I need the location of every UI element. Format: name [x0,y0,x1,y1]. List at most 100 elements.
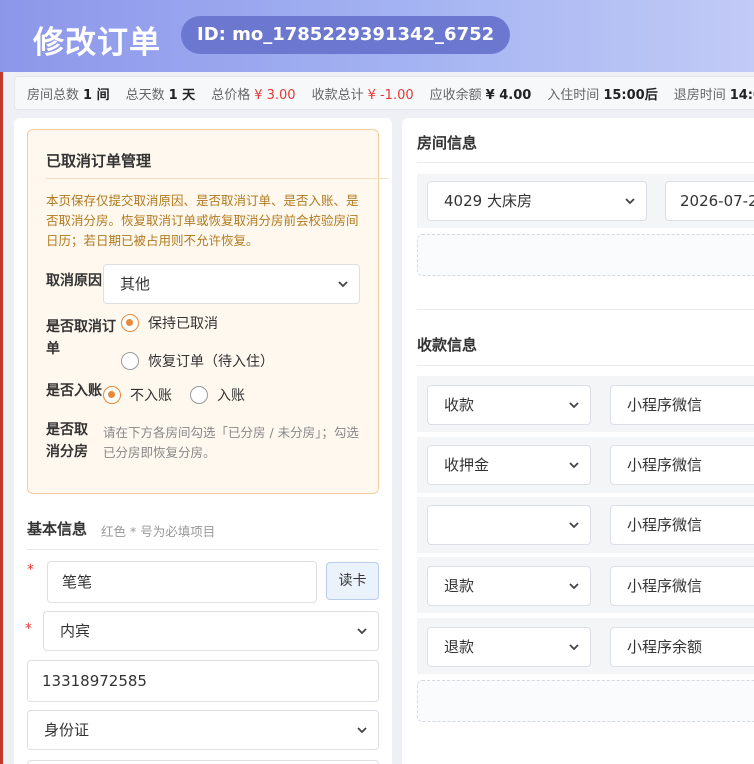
summary-value: ¥ 3.00 [254,87,296,103]
payment-type-select[interactable]: 退款 [427,566,591,606]
payment-method-select[interactable]: 小程序微信 [610,445,754,485]
radio-label: 入账 [217,388,245,404]
right-panel: 房间信息 4029 大床房 2026-07-28 收款信息 收款 小程序微信 收… [402,118,754,764]
summary-total-received: 收款总计 ¥ -1.00 [312,84,414,103]
room-add-area[interactable] [417,234,754,276]
cancel-reason-select[interactable]: 其他 [103,264,360,304]
summary-checkout-time: 退房时间14:00前 [674,84,754,103]
payment-method-select[interactable]: 小程序微信 [610,566,754,606]
id-number-input[interactable] [27,760,379,764]
summary-label: 总天数 [125,87,165,103]
summary-value: ¥ -1.00 [367,87,414,103]
payment-type-value: 退款 [444,577,475,595]
summary-label: 收款总计 [311,87,364,103]
required-asterisk: * [25,621,32,637]
guest-name-input[interactable]: 笔笔 [47,561,317,603]
chevron-down-icon [569,644,579,651]
radio-account[interactable]: 入账 [190,385,245,405]
page-title: 修改订单 [33,25,161,61]
payment-method-value: 小程序微信 [627,456,703,474]
summary-value: 1 间 [83,87,110,103]
divider [417,162,754,163]
order-id-badge: ID: mo_1785229391342_6752 [181,16,511,54]
payment-add-area[interactable] [417,680,754,722]
payment-type-select[interactable]: 收押金 [427,445,591,485]
guest-type-value: 内宾 [60,622,91,640]
read-card-button[interactable]: 读卡 [326,562,379,600]
radio-label: 恢复订单（待入住） [148,354,274,370]
radio-checked-icon [103,386,121,404]
radio-no-account[interactable]: 不入账 [103,385,172,405]
backdrop-edge [0,0,3,764]
chevron-down-icon [569,462,579,469]
phone-input[interactable]: 13318972585 [27,660,379,702]
summary-checkin-time: 入住时间 15:00后 [547,84,657,103]
cancel-section-title: 已取消订单管理 [46,152,152,170]
cancel-order-label: 是否取消订单 [46,319,116,357]
payment-type-value: 收款 [444,396,475,414]
payment-method-value: 小程序微信 [627,396,703,414]
room-select[interactable]: 4029 大床房 [427,181,647,221]
radio-label: 不入账 [130,388,172,404]
summary-value: 1 天 [168,87,196,103]
account-label: 是否入账 [46,383,102,399]
room-info-title: 房间信息 [417,134,478,152]
room-cancel-label: 是否取消分房 [46,422,88,460]
payment-method-select[interactable]: 小程序微信 [610,385,754,425]
left-panel: 已取消订单管理 本页保存仅提交取消原因、是否取消订单、是否入账、是否取消分房。恢… [14,118,392,764]
divider [46,178,388,179]
id-type-select[interactable]: 身份证 [27,710,379,750]
order-summary-bar: 房间总数 1 间 总天数 1 天 总价格 ¥ 3.00 收款总计 ¥ -1.00 应收余… [14,76,754,110]
payment-method-value: 小程序余额 [627,638,703,656]
summary-value: 15:00后 [603,87,658,103]
summary-value: ¥ 4.00 [485,87,532,103]
chevron-down-icon [357,628,367,635]
divider [417,365,754,366]
guest-type-select[interactable]: 内宾 [43,611,379,651]
required-asterisk: * [27,562,34,578]
payment-type-select[interactable]: 收款 [427,385,591,425]
chevron-down-icon [569,402,579,409]
room-value: 4029 大床房 [444,192,532,210]
payment-method-select[interactable]: 小程序微信 [610,505,754,545]
id-type-value: 身份证 [44,721,90,739]
page-header: 修改订单 ID: mo_1785229391342_6752 [0,0,754,72]
radio-restore-order[interactable]: 恢复订单（待入住） [121,351,274,371]
radio-unchecked-icon [121,352,139,370]
summary-room-count: 房间总数 1 间 [27,84,110,103]
summary-label: 退房时间 [673,87,726,103]
chevron-down-icon [357,727,367,734]
radio-label: 保持已取消 [148,316,218,332]
guest-name-value: 笔笔 [62,573,93,591]
chevron-down-icon [569,583,579,590]
divider [417,309,754,310]
chevron-down-icon [625,198,635,205]
summary-total-days: 总天数 1 天 [126,84,196,103]
payment-type-select[interactable] [427,505,591,545]
checkin-date-input[interactable]: 2026-07-28 [665,181,754,221]
cancel-note: 本页保存仅提交取消原因、是否取消订单、是否入账、是否取消分房。恢复取消订单或恢复… [46,193,359,248]
radio-keep-cancelled[interactable]: 保持已取消 [121,313,218,333]
payment-type-select[interactable]: 退款 [427,627,591,667]
cancel-reason-label: 取消原因 [46,273,102,289]
summary-total-price: 总价格 ¥ 3.00 [211,84,295,103]
room-cancel-hint: 请在下方各房间勾选「已分房 / 未分房」；勾选已分房即恢复分房。 [103,425,359,460]
payment-method-value: 小程序微信 [627,577,703,595]
radio-checked-icon [121,314,139,332]
phone-value: 13318972585 [42,672,147,690]
payment-method-select[interactable]: 小程序余额 [610,627,754,667]
payment-type-value: 退款 [444,638,475,656]
summary-label: 入住时间 [547,87,600,103]
summary-label: 总价格 [211,87,251,103]
divider [27,549,379,550]
payment-info-title: 收款信息 [417,336,478,354]
cancel-reason-value: 其他 [120,275,151,293]
cancel-management-box: 已取消订单管理 本页保存仅提交取消原因、是否取消订单、是否入账、是否取消分房。恢… [27,129,388,494]
payment-type-value: 收押金 [444,456,490,474]
summary-value: 14:00前 [729,87,754,103]
chevron-down-icon [569,522,579,529]
basic-info-subtitle: 红色 * 号为必填项目 [101,524,216,539]
summary-label: 应收余额 [429,87,482,103]
summary-label: 房间总数 [27,87,80,103]
chevron-down-icon [338,281,348,288]
